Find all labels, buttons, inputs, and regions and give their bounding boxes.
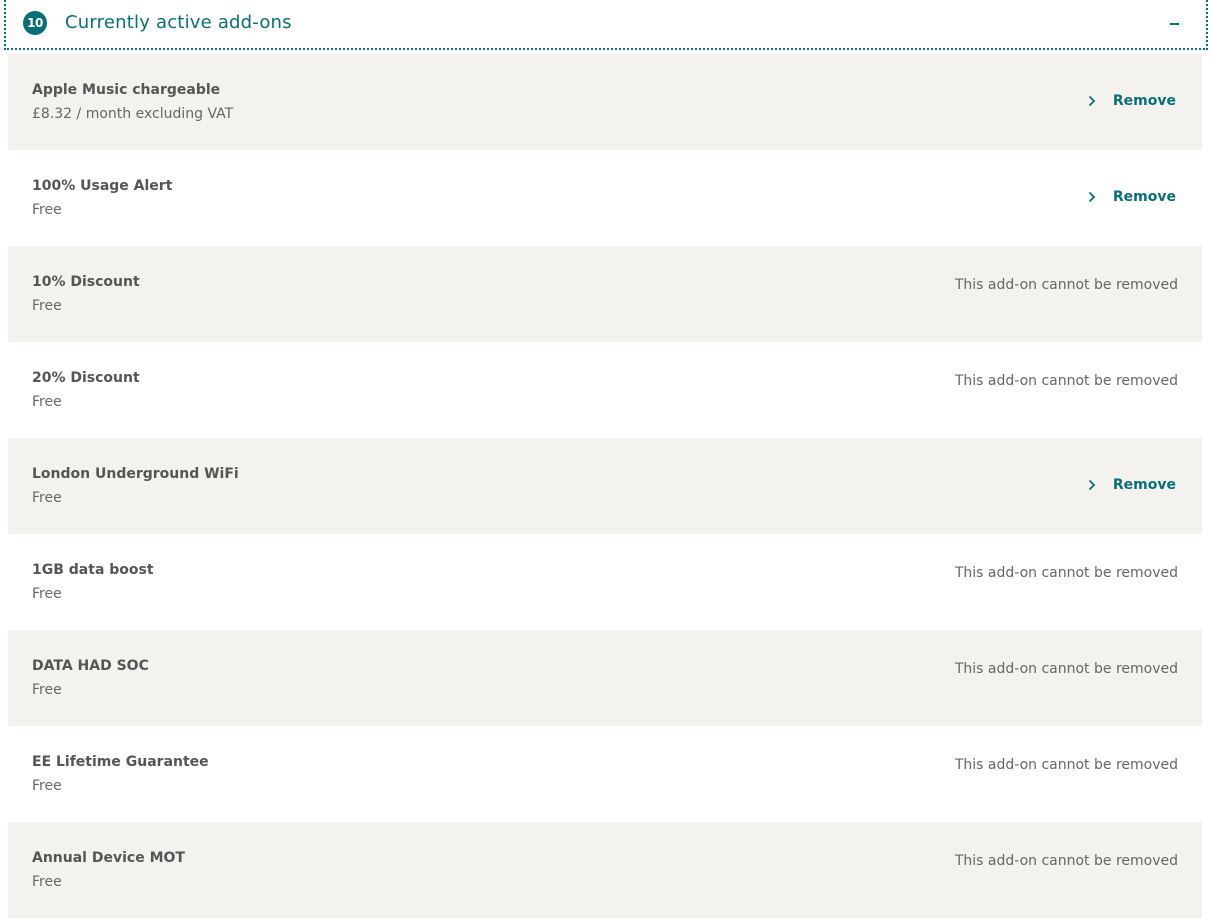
addon-row: Annual Device MOT Free This add-on canno… (8, 822, 1202, 918)
cannot-remove-note: This add-on cannot be removed (954, 277, 1178, 293)
addon-name: DATA HAD SOC (32, 658, 149, 674)
cannot-remove-note: This add-on cannot be removed (954, 565, 1178, 581)
addon-name: 10% Discount (32, 274, 140, 290)
accordion-title: Currently active add-ons (65, 12, 292, 33)
cannot-remove-note: This add-on cannot be removed (954, 757, 1178, 773)
chevron-right-icon (1088, 95, 1096, 107)
addon-name: London Underground WiFi (32, 466, 239, 482)
accordion-header[interactable]: 10 Currently active add-ons (4, 0, 1208, 50)
addon-price: Free (32, 394, 62, 410)
cannot-remove-note: This add-on cannot be removed (954, 853, 1178, 869)
addon-row: 20% Discount Free This add-on cannot be … (8, 342, 1202, 438)
cannot-remove-note: This add-on cannot be removed (954, 661, 1178, 677)
cannot-remove-note: This add-on cannot be removed (954, 373, 1178, 389)
addon-price: Free (32, 490, 62, 506)
remove-label: Remove (1112, 93, 1176, 109)
addon-price: Free (32, 874, 62, 890)
addon-price: Free (32, 778, 62, 794)
addon-price: £8.32 / month excluding VAT (32, 106, 234, 122)
addon-row: 10% Discount Free This add-on cannot be … (8, 246, 1202, 342)
active-addons-accordion: 10 Currently active add-ons Apple Music … (0, 0, 1212, 918)
addon-name: 1GB data boost (32, 562, 154, 578)
addon-row: London Underground WiFi Free Remove (8, 438, 1202, 534)
addon-price: Free (32, 202, 62, 218)
chevron-right-icon (1088, 479, 1096, 491)
addon-name: EE Lifetime Guarantee (32, 754, 209, 770)
addon-name: Apple Music chargeable (32, 82, 221, 98)
addon-price: Free (32, 298, 62, 314)
addon-row: Apple Music chargeable £8.32 / month exc… (8, 54, 1202, 150)
addon-row: 1GB data boost Free This add-on cannot b… (8, 534, 1202, 630)
minus-icon[interactable] (1170, 23, 1179, 25)
remove-addon-link[interactable]: Remove (1088, 475, 1176, 495)
remove-addon-link[interactable]: Remove (1088, 91, 1176, 111)
addon-price: Free (32, 586, 62, 602)
remove-addon-link[interactable]: Remove (1088, 187, 1176, 207)
addon-list: Apple Music chargeable £8.32 / month exc… (8, 54, 1202, 918)
addon-row: DATA HAD SOC Free This add-on cannot be … (8, 630, 1202, 726)
addon-name: 20% Discount (32, 370, 140, 386)
remove-label: Remove (1112, 477, 1176, 493)
addon-row: EE Lifetime Guarantee Free This add-on c… (8, 726, 1202, 822)
addon-count-badge: 10 (23, 11, 47, 35)
addon-price: Free (32, 682, 62, 698)
addon-row: 100% Usage Alert Free Remove (8, 150, 1202, 246)
remove-label: Remove (1112, 189, 1176, 205)
addon-name: 100% Usage Alert (32, 178, 173, 194)
addon-name: Annual Device MOT (32, 850, 185, 866)
chevron-right-icon (1088, 191, 1096, 203)
